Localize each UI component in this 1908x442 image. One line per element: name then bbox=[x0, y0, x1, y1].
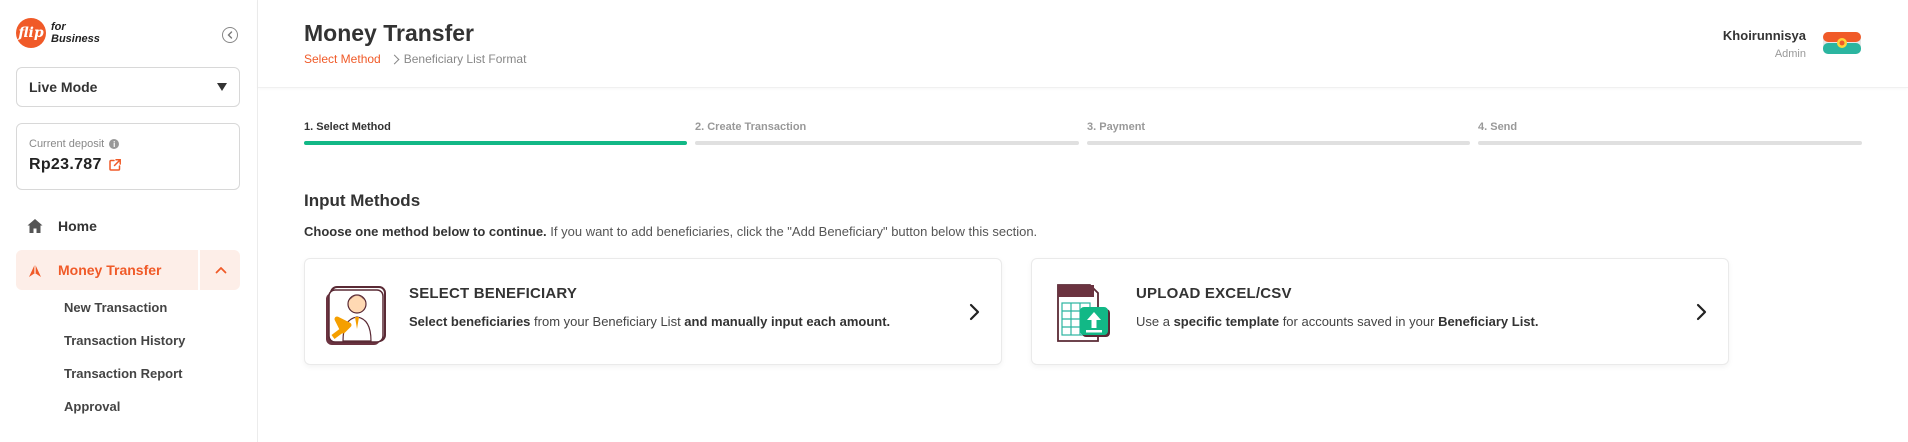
caret-down-icon bbox=[217, 83, 227, 91]
page-header: Money Transfer Select Method Beneficiary… bbox=[258, 0, 1908, 88]
subnav-transaction-history[interactable]: Transaction History bbox=[64, 333, 185, 348]
nav-separator bbox=[198, 250, 200, 290]
subnav-approval[interactable]: Approval bbox=[64, 399, 120, 414]
spreadsheet-upload-icon bbox=[1057, 284, 1110, 342]
deposit-amount: Rp23.787 bbox=[29, 156, 102, 173]
nav-money-transfer[interactable]: Money Transfer bbox=[16, 250, 240, 290]
step-progress-bar-2 bbox=[695, 141, 1079, 145]
section-description: Choose one method below to continue. If … bbox=[304, 224, 1037, 239]
info-icon[interactable]: i bbox=[109, 139, 120, 149]
page-title: Money Transfer bbox=[304, 20, 474, 46]
chevron-left-icon bbox=[227, 31, 233, 39]
step-payment: 3. Payment bbox=[1087, 121, 1146, 133]
nav-home[interactable]: Home bbox=[16, 211, 240, 241]
card-description-text-1: from your Beneficiary List bbox=[530, 314, 685, 329]
avatar[interactable] bbox=[1822, 30, 1862, 56]
collapse-sidebar-button[interactable] bbox=[222, 27, 238, 43]
card-description-bold-2: and manually input each amount. bbox=[684, 314, 891, 329]
home-icon bbox=[27, 219, 43, 233]
user-name[interactable]: Khoirunnisya bbox=[1723, 28, 1806, 43]
nav-home-label: Home bbox=[58, 218, 97, 234]
logo-mark: flip bbox=[16, 18, 46, 48]
chevron-up-icon[interactable] bbox=[214, 263, 228, 277]
card-description: Select beneficiaries from your Beneficia… bbox=[409, 314, 890, 329]
mode-select-value: Live Mode bbox=[29, 79, 98, 95]
breadcrumb-beneficiary-format: Beneficiary List Format bbox=[403, 52, 527, 66]
step-progress-bar-3 bbox=[1087, 141, 1470, 145]
deposit-card: Current deposit i Rp23.787 bbox=[16, 123, 240, 190]
send-money-icon bbox=[29, 264, 41, 277]
card-description: Use a specific template for accounts sav… bbox=[1136, 314, 1539, 329]
nav-money-transfer-label: Money Transfer bbox=[58, 262, 162, 278]
subnav-new-transaction[interactable]: New Transaction bbox=[64, 300, 167, 315]
step-create-transaction: 2. Create Transaction bbox=[695, 121, 807, 133]
step-progress-bar-4 bbox=[1478, 141, 1862, 145]
card-title: SELECT BENEFICIARY bbox=[409, 285, 578, 302]
step-progress-bar-1 bbox=[304, 141, 687, 145]
logo-line-2: Business bbox=[51, 33, 100, 45]
logo-text: for Business bbox=[51, 21, 100, 45]
deposit-label: Current deposit bbox=[29, 138, 105, 150]
sidebar: flip for Business Live Mode Current depo… bbox=[0, 0, 258, 442]
subnav-transaction-report[interactable]: Transaction Report bbox=[64, 366, 182, 381]
section-description-rest: If you want to add beneficiaries, click … bbox=[546, 224, 1038, 239]
section-title: Input Methods bbox=[304, 191, 421, 210]
chevron-right-icon bbox=[1696, 303, 1707, 321]
external-link-icon[interactable] bbox=[108, 158, 122, 172]
section-description-bold: Choose one method below to continue. bbox=[304, 224, 547, 239]
mode-select[interactable]: Live Mode bbox=[16, 67, 240, 107]
card-description-bold-2: Beneficiary List. bbox=[1438, 314, 1539, 329]
brand-logo[interactable]: flip for Business bbox=[16, 18, 100, 48]
card-title: UPLOAD EXCEL/CSV bbox=[1136, 285, 1292, 302]
deposit-amount-row: Rp23.787 bbox=[29, 156, 227, 174]
step-select-method: 1. Select Method bbox=[304, 121, 391, 133]
chevron-right-icon bbox=[969, 303, 980, 321]
user-role: Admin bbox=[1774, 48, 1806, 60]
select-beneficiary-card[interactable]: SELECT BENEFICIARY Select beneficiaries … bbox=[304, 258, 1002, 365]
card-description-text-1: for accounts saved in your bbox=[1279, 314, 1439, 329]
person-select-icon bbox=[326, 286, 386, 345]
breadcrumb: Select Method Beneficiary List Format bbox=[304, 52, 526, 66]
step-send: 4. Send bbox=[1478, 121, 1518, 133]
card-description-bold-1: specific template bbox=[1173, 314, 1280, 329]
app-root: flip for Business Live Mode Current depo… bbox=[0, 0, 1908, 442]
deposit-label-row: Current deposit i bbox=[29, 138, 227, 150]
card-description-text-0: Use a bbox=[1136, 314, 1174, 329]
upload-excel-csv-card[interactable]: UPLOAD EXCEL/CSV Use a specific template… bbox=[1031, 258, 1729, 365]
card-description-bold-1: Select beneficiaries bbox=[409, 314, 531, 329]
breadcrumb-select-method[interactable]: Select Method bbox=[304, 52, 381, 66]
logo-line-1: for bbox=[51, 21, 66, 33]
chevron-right-icon bbox=[389, 54, 400, 64]
